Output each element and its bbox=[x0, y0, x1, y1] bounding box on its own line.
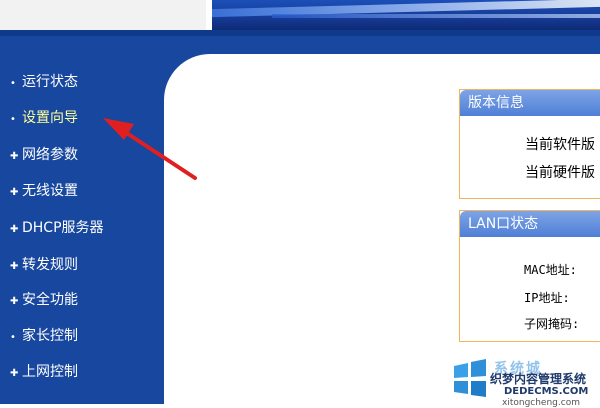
watermark-url: DEDECMS.COM bbox=[504, 386, 589, 397]
windows-logo-icon bbox=[454, 359, 486, 397]
watermark-sub-url: xitongcheng.com bbox=[502, 398, 580, 408]
arrow-shaft bbox=[120, 128, 197, 180]
annotation-arrow bbox=[103, 118, 197, 180]
watermark: 系统城 织梦内容管理系统 DEDECMS.COM xitongcheng.com bbox=[446, 352, 600, 408]
watermark-site-name: 织梦内容管理系统 bbox=[490, 372, 587, 386]
